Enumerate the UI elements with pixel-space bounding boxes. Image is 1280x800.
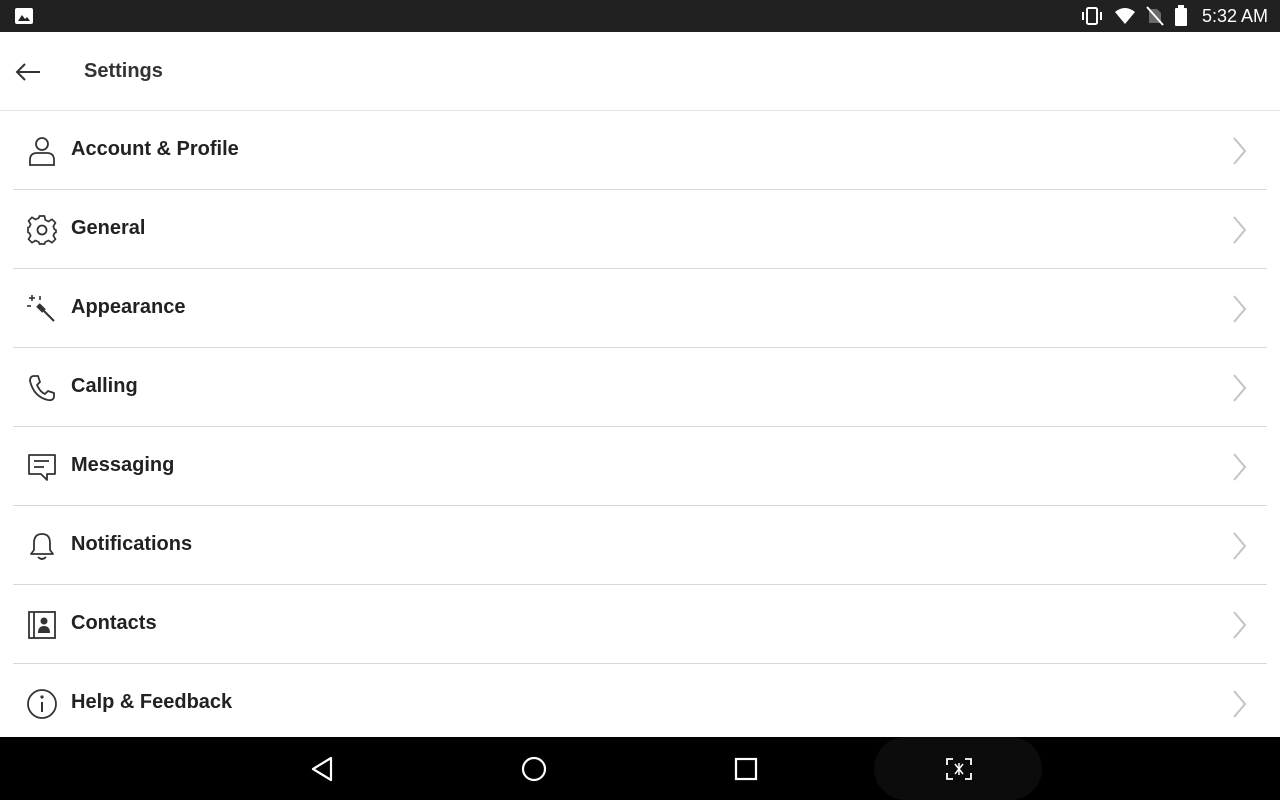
settings-item-label: Help & Feedback bbox=[71, 691, 233, 713]
nav-back-button[interactable] bbox=[302, 750, 342, 788]
info-icon bbox=[26, 688, 58, 720]
settings-item-notifications[interactable]: Notifications bbox=[13, 506, 1267, 585]
status-icons: 5:32 AM bbox=[1080, 0, 1268, 32]
magic-wand-icon bbox=[26, 293, 58, 325]
gear-icon bbox=[26, 214, 58, 246]
settings-item-general[interactable]: General bbox=[13, 190, 1267, 269]
chevron-right-icon bbox=[1233, 137, 1247, 165]
contacts-book-icon bbox=[26, 609, 58, 641]
system-navigation-bar bbox=[0, 737, 1280, 800]
vibrate-icon bbox=[1080, 6, 1104, 26]
back-button[interactable] bbox=[12, 56, 44, 88]
image-notification-icon bbox=[14, 7, 34, 25]
settings-item-calling[interactable]: Calling bbox=[13, 348, 1267, 427]
no-sim-icon bbox=[1146, 6, 1164, 26]
recents-square-icon bbox=[734, 757, 758, 781]
chevron-right-icon bbox=[1233, 611, 1247, 639]
nav-screenshot-button[interactable] bbox=[939, 750, 979, 788]
settings-item-label: General bbox=[71, 217, 146, 239]
app-toolbar: Settings bbox=[0, 32, 1280, 111]
settings-item-help-feedback[interactable]: Help & Feedback bbox=[13, 664, 1267, 737]
message-icon bbox=[26, 451, 58, 483]
settings-item-appearance[interactable]: Appearance bbox=[13, 269, 1267, 348]
settings-item-contacts[interactable]: Contacts bbox=[13, 585, 1267, 664]
chevron-right-icon bbox=[1233, 453, 1247, 481]
settings-item-label: Notifications bbox=[71, 533, 193, 555]
settings-item-label: Contacts bbox=[71, 612, 157, 634]
nav-home-button[interactable] bbox=[514, 750, 554, 788]
arrow-left-icon bbox=[15, 63, 40, 81]
settings-item-account-profile[interactable]: Account & Profile bbox=[13, 111, 1267, 190]
chevron-right-icon bbox=[1233, 295, 1247, 323]
settings-item-label: Messaging bbox=[71, 454, 175, 476]
phone-icon bbox=[26, 372, 58, 404]
page-title: Settings bbox=[84, 60, 163, 82]
person-icon bbox=[26, 135, 58, 167]
back-triangle-icon bbox=[311, 756, 333, 782]
chevron-right-icon bbox=[1233, 216, 1247, 244]
settings-item-label: Appearance bbox=[71, 296, 186, 318]
clock-time: 5:32 AM bbox=[1201, 5, 1268, 26]
battery-icon bbox=[1174, 5, 1188, 27]
nav-recents-button[interactable] bbox=[726, 750, 766, 788]
home-circle-icon bbox=[521, 756, 547, 782]
screenshot-icon bbox=[946, 758, 972, 780]
settings-list: Account & Profile General Appearance Cal… bbox=[0, 111, 1280, 737]
status-bar: 5:32 AM bbox=[0, 0, 1280, 32]
wifi-icon bbox=[1114, 7, 1136, 25]
settings-item-label: Account & Profile bbox=[71, 138, 239, 160]
chevron-right-icon bbox=[1233, 374, 1247, 402]
bell-icon bbox=[26, 530, 58, 562]
settings-item-label: Calling bbox=[71, 375, 138, 397]
chevron-right-icon bbox=[1233, 532, 1247, 560]
settings-item-messaging[interactable]: Messaging bbox=[13, 427, 1267, 506]
chevron-right-icon bbox=[1233, 690, 1247, 718]
